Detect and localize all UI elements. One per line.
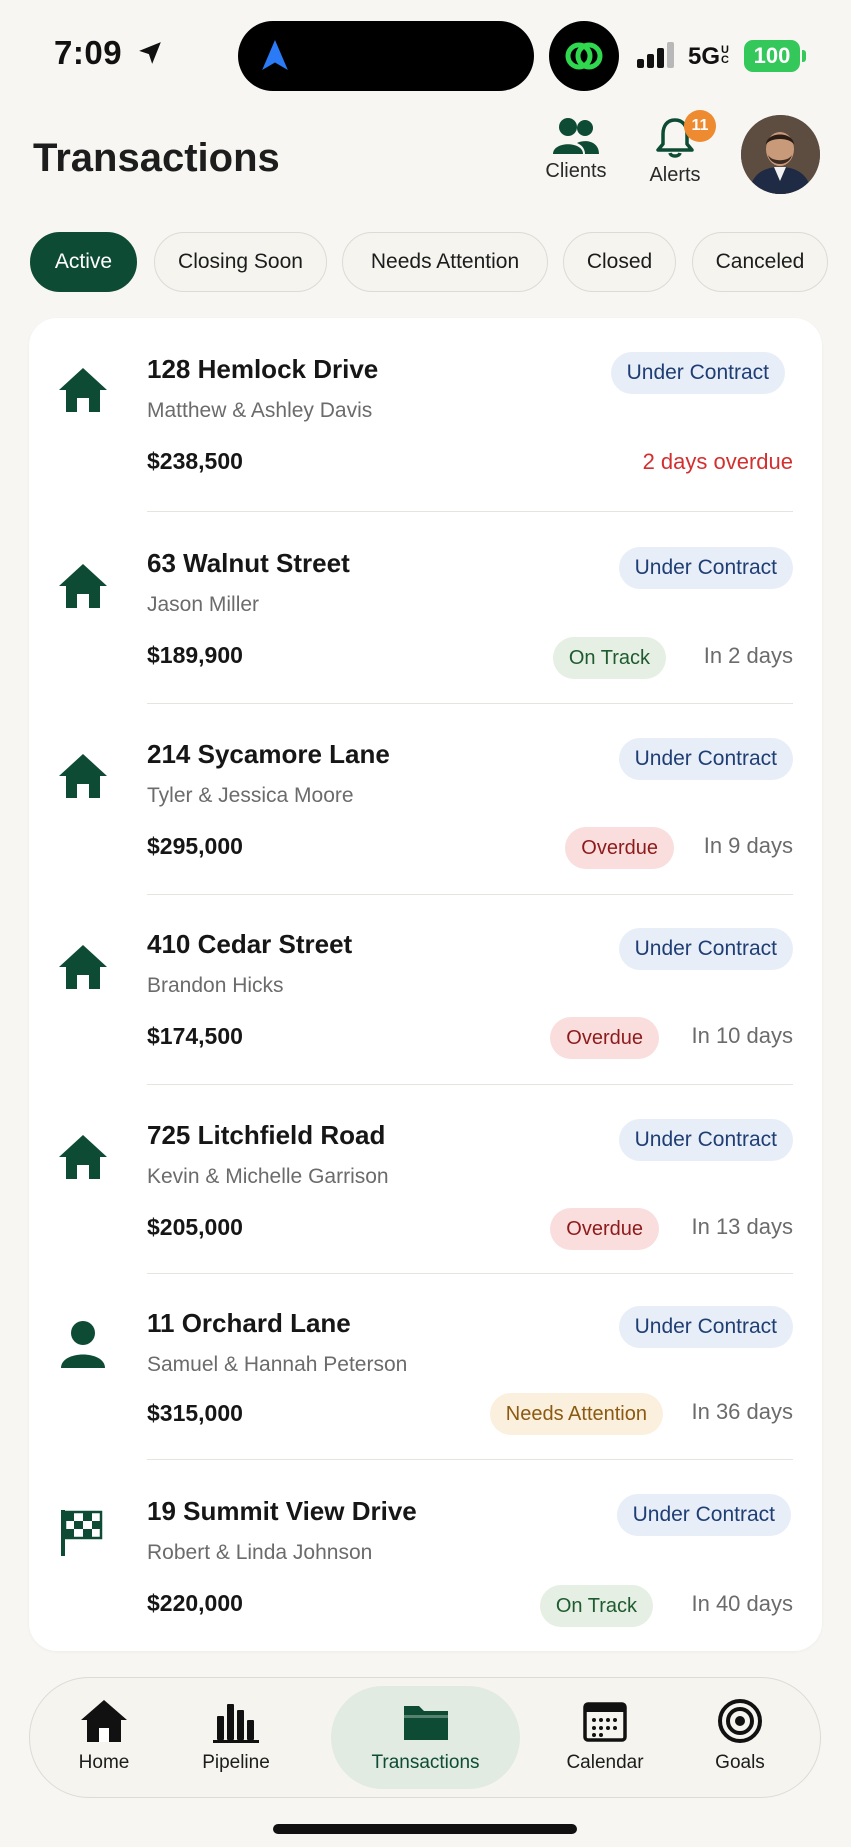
transaction-price: $174,500 [147,1023,243,1049]
status-time: 7:09 [54,34,123,71]
stage-badge: Under Contract [616,1494,791,1536]
status-badge: Overdue [565,827,674,869]
filter-chip-canceled[interactable]: Canceled [692,232,828,292]
transaction-price: $220,000 [147,1590,243,1616]
house-icon [59,564,107,608]
battery-tip [802,50,806,62]
checkered-flag-icon [61,1510,103,1556]
tab-goals[interactable]: Goals [696,1686,784,1789]
network-type: 5G [688,43,721,70]
transaction-address: 11 Orchard Lane [147,1308,351,1338]
transaction-price: $315,000 [147,1400,243,1426]
stage-badge: Under Contract [610,352,785,394]
due-text: 2 days overdue [642,449,793,474]
stage-badge: Under Contract [618,1119,793,1161]
transaction-client: Tyler & Jessica Moore [147,784,354,807]
target-icon [718,1699,762,1743]
due-text: In 13 days [691,1214,793,1239]
avatar-photo [741,115,820,194]
tab-transactions[interactable]: Transactions [331,1686,520,1789]
filter-chip-closed[interactable]: Closed [563,232,676,292]
home-icon [81,1700,127,1742]
transaction-row[interactable]: 410 Cedar Street Brandon Hicks $174,500 … [29,895,822,1085]
bar-chart-icon [213,1704,259,1743]
profile-avatar[interactable] [741,115,820,194]
alerts-label: Alerts [649,164,701,186]
transaction-row[interactable]: 11 Orchard Lane Samuel & Hannah Peterson… [29,1274,822,1460]
transaction-row[interactable]: 214 Sycamore Lane Tyler & Jessica Moore … [29,704,822,895]
filter-chips: Active Closing Soon Needs Attention Clos… [30,232,851,292]
tab-goals-label: Goals [715,1752,765,1773]
transaction-price: $205,000 [147,1214,243,1240]
link-rings-icon [565,42,603,70]
transaction-price: $238,500 [147,448,243,474]
navigation-arrow-icon [262,40,288,70]
tab-home[interactable]: Home [58,1686,150,1789]
alerts-count-badge: 11 [684,110,716,142]
signal-bars-icon [637,42,674,68]
tab-calendar-label: Calendar [566,1752,644,1773]
transaction-row[interactable]: 63 Walnut Street Jason Miller $189,900 U… [29,512,822,704]
transaction-address: 19 Summit View Drive [147,1496,417,1526]
status-badge: On Track [539,1585,653,1627]
clients-button[interactable]: Clients [521,116,631,196]
person-icon [61,1321,105,1368]
transaction-price: $189,900 [147,642,243,668]
due-text: In 9 days [703,833,793,858]
status-badge: Overdue [550,1208,659,1250]
due-text: In 36 days [691,1399,793,1424]
transaction-client: Matthew & Ashley Davis [147,399,373,422]
due-text: In 40 days [691,1591,793,1616]
location-arrow-icon [139,42,161,64]
home-indicator[interactable] [273,1824,577,1834]
filter-chip-closing-soon[interactable]: Closing Soon [154,232,327,292]
transaction-address: 128 Hemlock Drive [147,354,379,384]
transaction-address: 214 Sycamore Lane [147,739,390,769]
stage-badge: Under Contract [618,1306,793,1348]
filter-chip-needs-attention[interactable]: Needs Attention [342,232,548,292]
transaction-client: Brandon Hicks [147,974,284,997]
transaction-row[interactable]: 19 Summit View Drive Robert & Linda John… [29,1460,822,1651]
transaction-client: Samuel & Hannah Peterson [147,1353,408,1376]
house-icon [59,945,107,989]
due-text: In 10 days [691,1023,793,1048]
transaction-client: Robert & Linda Johnson [147,1541,373,1564]
page-title: Transactions [33,136,280,180]
transaction-row[interactable]: 128 Hemlock Drive Matthew & Ashley Davis… [29,318,822,512]
transactions-list: 128 Hemlock Drive Matthew & Ashley Davis… [29,318,822,1651]
tab-home-label: Home [78,1752,130,1773]
people-icon [553,118,599,154]
house-icon [59,368,107,412]
bottom-tab-bar: Home Pipeline Transactions Calendar Goal… [29,1677,821,1798]
status-bar: 7:09 5G UC 100 [0,0,851,100]
due-text: In 2 days [703,643,793,668]
calendar-icon [583,1702,627,1742]
filter-chip-active[interactable]: Active [30,232,137,292]
transaction-address: 63 Walnut Street [147,548,350,578]
stage-badge: Under Contract [618,928,793,970]
status-badge: Overdue [550,1017,659,1059]
stage-badge: Under Contract [618,547,793,589]
transaction-price: $295,000 [147,833,243,859]
battery-indicator: 100 [744,40,800,72]
network-suffix: UC [721,44,729,66]
status-badge: Needs Attention [489,1393,663,1435]
tab-pipeline[interactable]: Pipeline [181,1686,291,1789]
transaction-client: Jason Miller [147,593,260,616]
alerts-button[interactable]: Alerts 11 [620,110,730,196]
transaction-row[interactable]: 725 Litchfield Road Kevin & Michelle Gar… [29,1085,822,1274]
house-icon [59,754,107,798]
clients-label: Clients [545,160,607,182]
tab-transactions-label: Transactions [371,1752,480,1773]
transaction-client: Kevin & Michelle Garrison [147,1165,389,1188]
tab-calendar[interactable]: Calendar [546,1686,664,1789]
transaction-address: 410 Cedar Street [147,929,353,959]
folder-icon [403,1706,448,1740]
island-app-indicator [549,21,619,91]
house-icon [59,1135,107,1179]
transaction-address: 725 Litchfield Road [147,1120,386,1150]
stage-badge: Under Contract [618,738,793,780]
tab-pipeline-label: Pipeline [202,1752,270,1773]
status-badge: On Track [552,637,666,679]
